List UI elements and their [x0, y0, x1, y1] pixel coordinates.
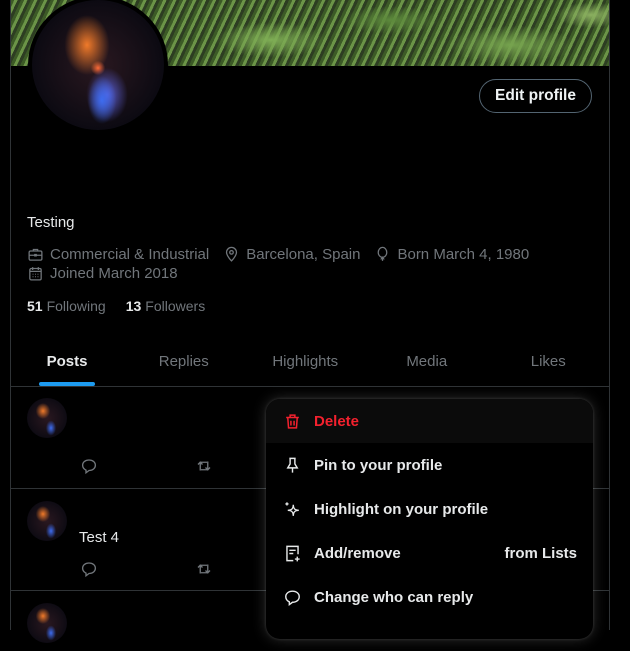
- menu-item-label: Delete: [314, 412, 360, 430]
- birthday-text: Born March 4, 1980: [397, 246, 530, 263]
- map-pin-icon: [226, 246, 238, 262]
- menu-item-highlight[interactable]: Highlight on your profile: [266, 487, 593, 531]
- joined-text: Joined March 2018: [50, 265, 178, 282]
- following-count: 51: [27, 298, 43, 314]
- tab-likes[interactable]: Likes: [488, 336, 610, 386]
- following-link[interactable]: 51 Following: [27, 298, 106, 314]
- profile-bio: Testing: [27, 214, 75, 231]
- repost-icon[interactable]: [195, 457, 213, 475]
- list-add-icon: [286, 545, 300, 561]
- menu-item-delete[interactable]: Delete: [266, 399, 593, 443]
- followers-count: 13: [125, 298, 142, 314]
- sparkle-icon: [285, 501, 299, 516]
- profile-tabs: Posts Replies Highlights Media Likes: [11, 336, 609, 387]
- post-avatar[interactable]: [27, 398, 67, 438]
- balloon-icon: [378, 246, 388, 261]
- menu-item-change-reply[interactable]: Change who can reply: [266, 575, 593, 619]
- reply-icon[interactable]: [80, 560, 98, 578]
- tab-replies[interactable]: Replies: [123, 336, 245, 386]
- profile-category: Commercial & Industrial: [27, 246, 209, 263]
- tab-media[interactable]: Media: [366, 336, 488, 386]
- profile-meta-row-2: Joined March 2018: [27, 265, 192, 282]
- post-context-menu: Delete Pin to your profile Highlight on …: [266, 399, 593, 639]
- profile-meta-row-1: Commercial & Industrial Barcelona, Spain…: [27, 246, 543, 263]
- category-text: Commercial & Industrial: [50, 246, 210, 263]
- menu-item-label: Highlight on your profile: [314, 500, 489, 518]
- post-avatar[interactable]: [27, 603, 67, 643]
- calendar-icon: [29, 267, 42, 281]
- menu-item-label: Change who can reply: [314, 588, 474, 606]
- post-text: Test 4: [79, 529, 120, 546]
- pin-icon: [286, 457, 299, 473]
- menu-item-label: Pin to your profile: [314, 456, 443, 474]
- trash-icon: [286, 413, 299, 429]
- location-text: Barcelona, Spain: [246, 246, 361, 263]
- menu-item-lists[interactable]: Add/remove from Lists: [266, 531, 593, 575]
- menu-item-label: Add/remove: [314, 544, 401, 562]
- tab-highlights[interactable]: Highlights: [245, 336, 367, 386]
- speech-bubble-icon: [285, 589, 300, 606]
- following-label: Following: [46, 298, 106, 314]
- followers-label: Followers: [145, 298, 206, 314]
- menu-item-label-right: from Lists: [504, 544, 577, 562]
- profile-joined: Joined March 2018: [27, 265, 178, 282]
- profile-birthday: Born March 4, 1980: [374, 246, 529, 263]
- briefcase-icon: [28, 248, 43, 261]
- edit-profile-button[interactable]: Edit profile: [479, 79, 592, 113]
- profile-location: Barcelona, Spain: [223, 246, 360, 263]
- profile-stats: 51 Following 13 Followers: [27, 298, 225, 314]
- repost-icon[interactable]: [195, 560, 213, 578]
- reply-icon[interactable]: [80, 457, 98, 475]
- post-avatar[interactable]: [27, 501, 67, 541]
- profile-avatar[interactable]: [28, 0, 168, 134]
- tab-posts[interactable]: Posts: [11, 336, 123, 386]
- avatar-image: [32, 0, 164, 130]
- followers-link[interactable]: 13 Followers: [126, 298, 205, 314]
- menu-item-pin[interactable]: Pin to your profile: [266, 443, 593, 487]
